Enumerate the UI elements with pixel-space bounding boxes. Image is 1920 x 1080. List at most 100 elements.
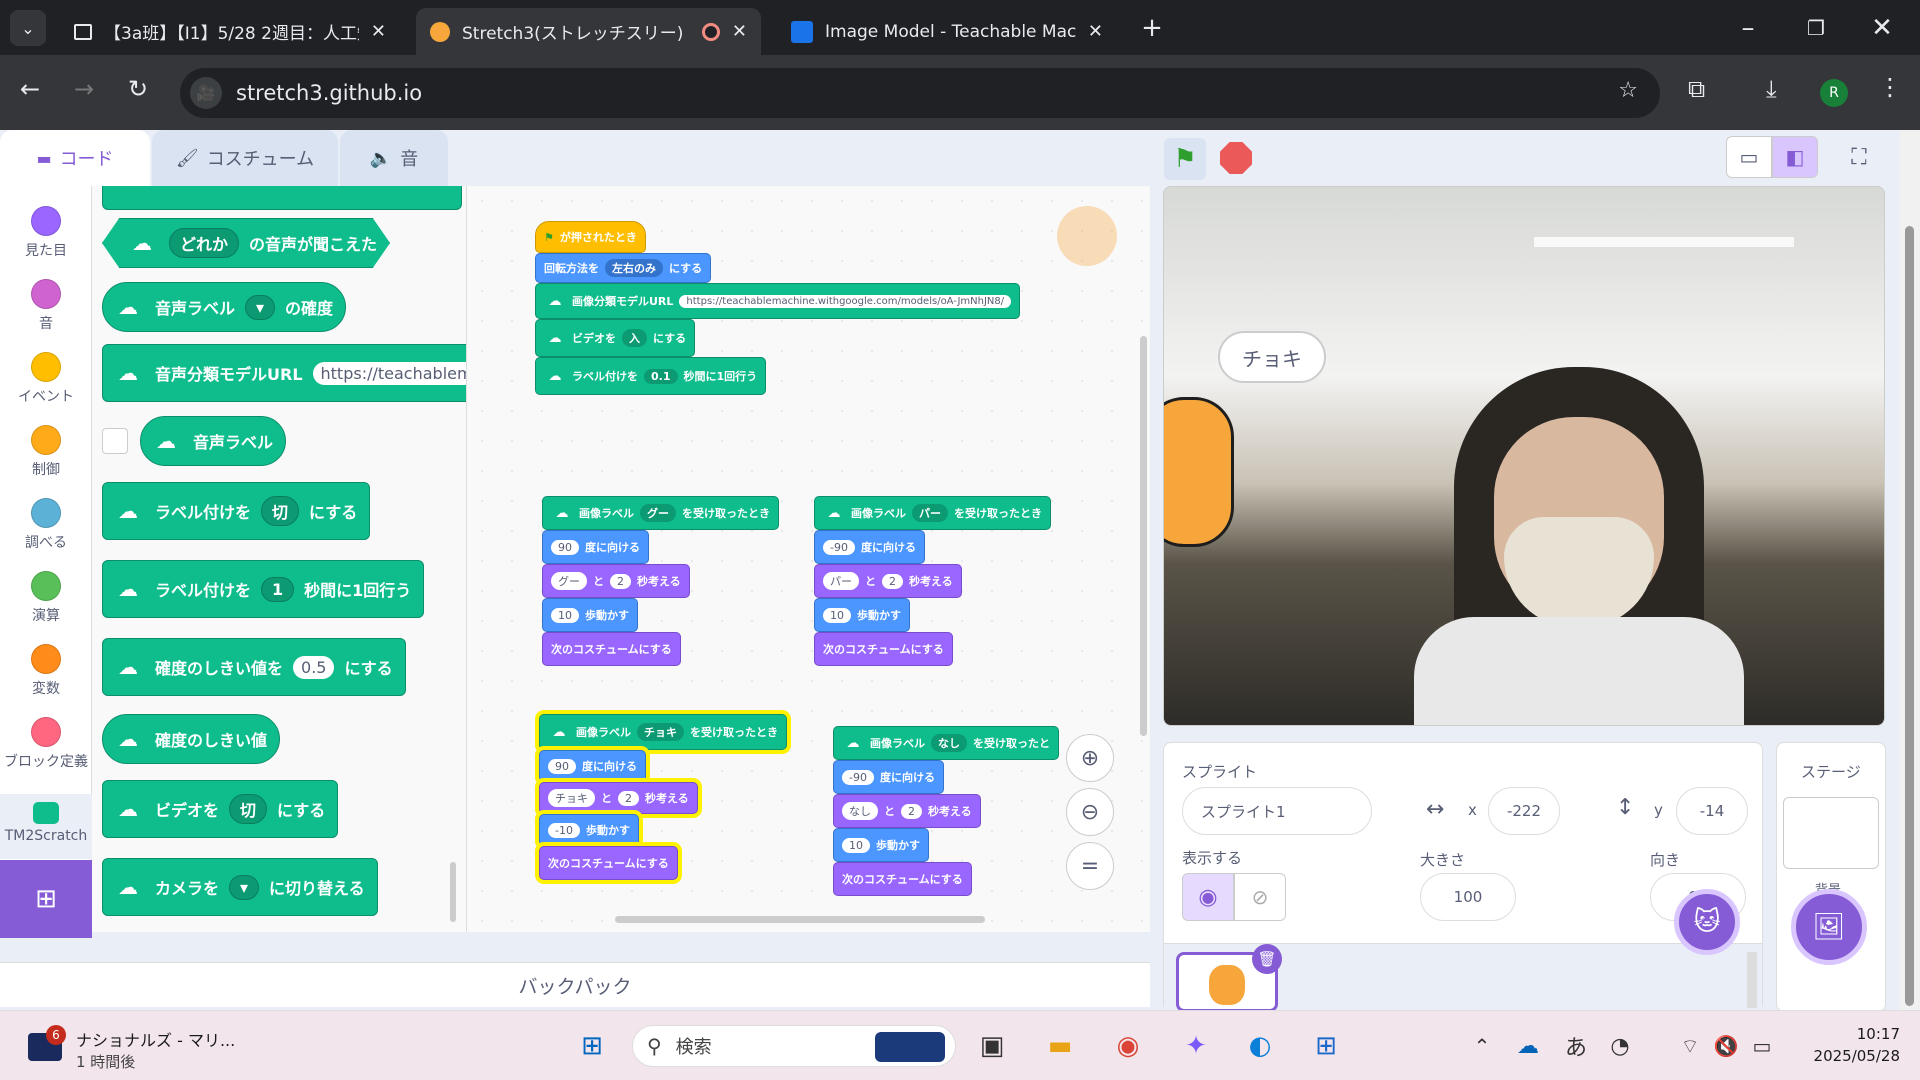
palette-block-camera[interactable]: ☁ カメラを ▾ に切り替える [102,858,378,916]
category-looks[interactable]: 見た目 [0,206,92,260]
dropdown[interactable]: ▾ [245,294,276,320]
chrome-icon[interactable]: ◉ [1108,1026,1148,1066]
tab-list-chevron-icon[interactable]: ⌄ [10,10,46,46]
palette-block-sound-model-url[interactable]: ☁ 音声分類モデルURL https://teachablem [102,344,466,402]
menu-icon[interactable]: ⋮ [1878,73,1902,101]
dropdown[interactable]: ▾ [229,874,260,900]
video-on-block[interactable]: ☁ ビデオを入にする [535,319,696,357]
palette-block-labeling-toggle[interactable]: ☁ ラベル付けを切にする [102,482,371,540]
show-visible-icon[interactable]: ◉ [1182,873,1234,921]
green-flag-icon[interactable]: ⚑ [1164,138,1206,180]
news-widget[interactable]: 6 ナショナルズ - マリ... 1 時間後 [22,1019,242,1075]
fullscreen-icon[interactable]: ⛶ [1836,136,1882,178]
close-tab-icon[interactable]: ✕ [371,21,386,42]
when-flag-clicked-block[interactable]: ⚑ が押されたとき [535,221,646,253]
sound-label-checkbox[interactable] [102,428,128,454]
size-field[interactable]: 100 [1420,873,1516,921]
move-steps-block[interactable]: 10 歩動かす [833,828,929,862]
restore-icon[interactable]: ❐ [1796,8,1836,48]
next-costume-block[interactable]: 次のコスチュームにする [542,632,681,666]
stage-thumbnail[interactable] [1783,797,1879,869]
task-view-icon[interactable]: ▣ [972,1026,1012,1066]
y-field[interactable]: -14 [1676,787,1748,835]
back-icon[interactable]: ← [20,75,40,103]
code-workspace[interactable]: ⚑ が押されたとき 回転方法を 左右のみ にする ☁ 画像分類モデルURL https:/… [466,186,1150,932]
category-sound[interactable]: 音 [0,279,92,333]
ime-indicator[interactable]: あ [1556,1026,1596,1066]
hide-icon[interactable]: ⊘ [1234,873,1286,921]
category-control[interactable]: 制御 [0,425,92,479]
extensions-icon[interactable]: ⧉ [1688,75,1705,103]
zoom-reset-icon[interactable]: = [1066,842,1114,890]
think-for-secs-block[interactable]: チョキと 2 秒考える [539,782,698,814]
bookmark-star-icon[interactable]: ☆ [1618,78,1638,103]
palette-scrollbar[interactable] [450,862,456,922]
point-direction-block[interactable]: 90 度に向ける [539,750,646,782]
category-variables[interactable]: 変数 [0,644,92,698]
when-label-gu-received-block[interactable]: ☁ 画像ラベル グー を受け取ったとき [542,496,779,530]
volume-muted-icon[interactable]: 🔇 [1706,1026,1746,1066]
sprite-name-field[interactable]: スプライト1 [1182,787,1372,835]
stop-icon[interactable] [1220,142,1252,174]
download-icon[interactable]: ⤓ [1766,75,1777,103]
when-label-pa-received-block[interactable]: ☁ 画像ラベル パー を受け取ったとき [814,496,1051,530]
edge-icon[interactable]: ◐ [1240,1026,1280,1066]
close-tab-icon[interactable]: ✕ [1088,21,1103,42]
x-field[interactable]: -222 [1488,787,1560,835]
wifi-icon[interactable]: ⌔ [1670,1026,1710,1066]
forward-icon[interactable]: → [74,75,94,103]
palette-block-sound-label[interactable]: ☁ 音声ラベル [140,416,287,466]
category-my-blocks[interactable]: ブロック定義 [0,717,92,771]
next-costume-block[interactable]: 次のコスチュームにする [539,846,678,880]
workspace-v-scrollbar[interactable] [1140,336,1147,736]
add-extension-button[interactable]: ⊞ [0,860,92,938]
palette-block-video[interactable]: ☁ ビデオを切にする [102,780,339,838]
scratch-cat-sprite[interactable] [1164,397,1234,547]
category-tm2scratch[interactable]: TM2Scratch [0,794,92,859]
backpack[interactable]: バックパック [0,962,1150,1007]
reload-icon[interactable]: ↻ [128,75,148,103]
think-for-secs-block[interactable]: グーと 2 秒考える [542,564,690,598]
next-costume-block[interactable]: 次のコスチュームにする [833,862,972,896]
palette-block-sound-heard[interactable]: ☁ どれか の音声が聞こえた [102,218,391,268]
copilot-icon[interactable]: ✦ [1176,1026,1216,1066]
store-icon[interactable]: ⊞ [1306,1026,1346,1066]
ime-mode-icon[interactable]: ◔ [1600,1026,1640,1066]
palette-block-set-threshold[interactable]: ☁ 確度のしきい値を 0.5 にする [102,638,406,696]
next-costume-block[interactable]: 次のコスチュームにする [814,632,953,666]
minimize-icon[interactable]: – [1728,8,1768,48]
zoom-in-icon[interactable]: ⊕ [1066,734,1114,782]
file-explorer-icon[interactable]: ▬ [1040,1026,1080,1066]
point-direction-block[interactable]: -90 度に向ける [814,530,925,564]
category-events[interactable]: イベント [0,352,92,406]
move-steps-block[interactable]: 10 歩動かす [814,598,910,632]
labeling-interval-block[interactable]: ☁ ラベル付けを 0.1 秒間に1回行う [535,357,767,395]
workspace-h-scrollbar[interactable] [615,916,985,923]
stage[interactable]: チョキ [1163,186,1885,726]
chevron-up-icon[interactable]: ⌃ [1462,1026,1502,1066]
large-stage-icon[interactable]: ◧ [1772,136,1818,178]
small-stage-icon[interactable]: ▭ [1726,136,1772,178]
move-steps-block[interactable]: -10 歩動かす [539,814,639,846]
close-tab-icon[interactable]: ✕ [732,21,747,42]
move-steps-block[interactable]: 10 歩動かす [542,598,638,632]
tab-stretch3[interactable]: Stretch3(ストレッチスリー) ✕ [416,8,761,55]
battery-icon[interactable]: ▭ [1742,1026,1782,1066]
add-sprite-button[interactable]: 🐱 [1674,889,1740,955]
think-for-secs-block[interactable]: なしと 2 秒考える [833,794,981,828]
sprite-list-scrollbar[interactable] [1747,952,1757,1008]
onedrive-icon[interactable]: ☁ [1508,1026,1548,1066]
url-field[interactable]: 🎥 stretch3.github.io ☆ [180,68,1660,118]
think-for-secs-block[interactable]: パーと 2 秒考える [814,564,962,598]
search-box[interactable]: ⚲ 検索 [632,1025,956,1067]
add-backdrop-button[interactable]: 🖼 [1791,889,1867,965]
tab-code[interactable]: ▬ コード [0,130,150,186]
category-sensing[interactable]: 調べる [0,498,92,552]
when-label-choki-received-block[interactable]: ☁ 画像ラベル チョキ を受け取ったとき [539,714,787,750]
page-scrollbar[interactable] [1900,130,1920,1010]
new-tab-button[interactable]: + [1132,8,1172,48]
tab-costume[interactable]: 🖌 コスチューム [152,130,338,186]
palette-block-threshold[interactable]: ☁ 確度のしきい値 [102,714,281,764]
delete-sprite-icon[interactable]: 🗑 [1252,944,1282,974]
stage-selector-pane[interactable]: ステージ 背景 🖼 [1776,742,1886,1012]
